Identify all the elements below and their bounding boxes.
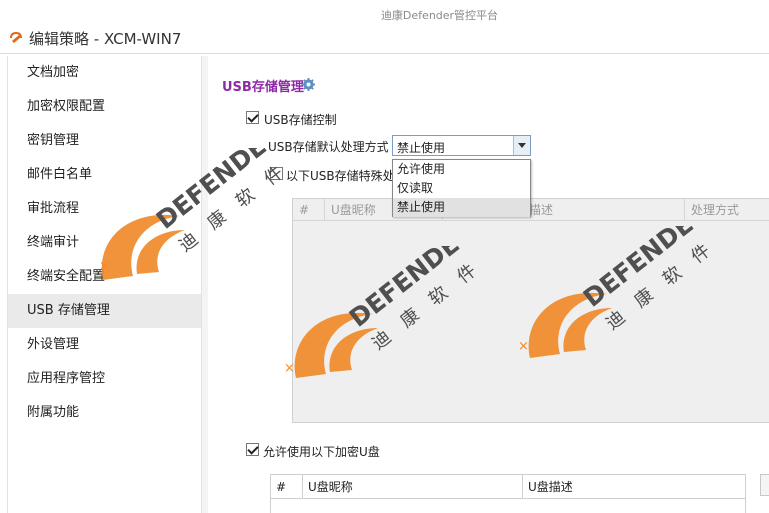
column-header-description[interactable]: 描述 [523, 199, 685, 221]
default-mode-label: USB存储默认处理方式 [268, 140, 389, 154]
dropdown-option-readonly[interactable]: 仅读取 [393, 179, 530, 198]
column-header-index[interactable]: # [293, 199, 325, 221]
sidebar-item-application-control[interactable]: 应用程序管控 [8, 362, 201, 396]
special-handling-checkbox[interactable] [270, 167, 283, 180]
sidebar-item-encryption-permissions[interactable]: 加密权限配置 [8, 90, 201, 124]
column-header-usb-nickname[interactable]: U盘昵称 [303, 475, 523, 499]
sidebar-item-peripheral-management[interactable]: 外设管理 [8, 328, 201, 362]
sidebar-item-terminal-audit[interactable]: 终端审计 [8, 226, 201, 260]
special-usb-table: # U盘昵称 描述 处理方式 [292, 198, 769, 423]
usb-control-label: USB存储控制 [264, 113, 337, 127]
default-mode-dropdown: 允许使用 仅读取 禁止使用 [392, 159, 531, 217]
sidebar-item-document-encryption[interactable]: 文档加密 [8, 56, 201, 90]
main-panel: USB存储管理 USB存储控制 USB存储默认处理方式 禁止使用 允许使用 仅读… [208, 56, 769, 513]
chevron-down-icon[interactable] [513, 136, 530, 155]
sidebar-item-terminal-security[interactable]: 终端安全配置 [8, 260, 201, 294]
section-title: USB存储管理 [222, 80, 304, 95]
default-mode-value: 禁止使用 [397, 141, 446, 155]
sidebar-item-usb-storage[interactable]: USB 存储管理 [8, 294, 201, 328]
dropdown-option-forbid[interactable]: 禁止使用 [393, 198, 530, 217]
side-button[interactable] [760, 474, 769, 496]
special-usb-table-header: # U盘昵称 描述 处理方式 [293, 199, 769, 221]
sidebar-item-auxiliary-functions[interactable]: 附属功能 [8, 396, 201, 430]
edit-policy-icon [10, 31, 22, 43]
encrypted-usb-table-header: # U盘昵称 U盘描述 [271, 475, 745, 499]
column-header-handling[interactable]: 处理方式 [685, 199, 769, 221]
sidebar-item-key-management[interactable]: 密钥管理 [8, 124, 201, 158]
default-mode-select[interactable]: 禁止使用 [392, 135, 531, 156]
column-header-usb-description[interactable]: U盘描述 [523, 475, 747, 499]
encrypted-usb-table: # U盘昵称 U盘描述 [270, 474, 746, 513]
dropdown-option-allow[interactable]: 允许使用 [393, 160, 530, 179]
sidebar-item-approval-flow[interactable]: 审批流程 [8, 192, 201, 226]
sidebar: 文档加密 加密权限配置 密钥管理 邮件白名单 审批流程 终端审计 终端安全配置 … [7, 56, 202, 513]
window-title: 编辑策略 - XCM-WIN7 [29, 30, 182, 48]
app-title: 迪康Defender管控平台 [380, 9, 499, 22]
column-header-index[interactable]: # [271, 475, 303, 499]
special-handling-label: 以下USB存储特殊处 [286, 169, 395, 183]
sidebar-item-mail-whitelist[interactable]: 邮件白名单 [8, 158, 201, 192]
window-title-bar: 编辑策略 - XCM-WIN7 [0, 22, 769, 54]
encrypted-usb-checkbox[interactable] [246, 443, 259, 456]
encrypted-usb-label: 允许使用以下加密U盘 [263, 445, 380, 459]
usb-control-checkbox[interactable] [246, 111, 259, 124]
gear-icon[interactable] [302, 78, 315, 91]
